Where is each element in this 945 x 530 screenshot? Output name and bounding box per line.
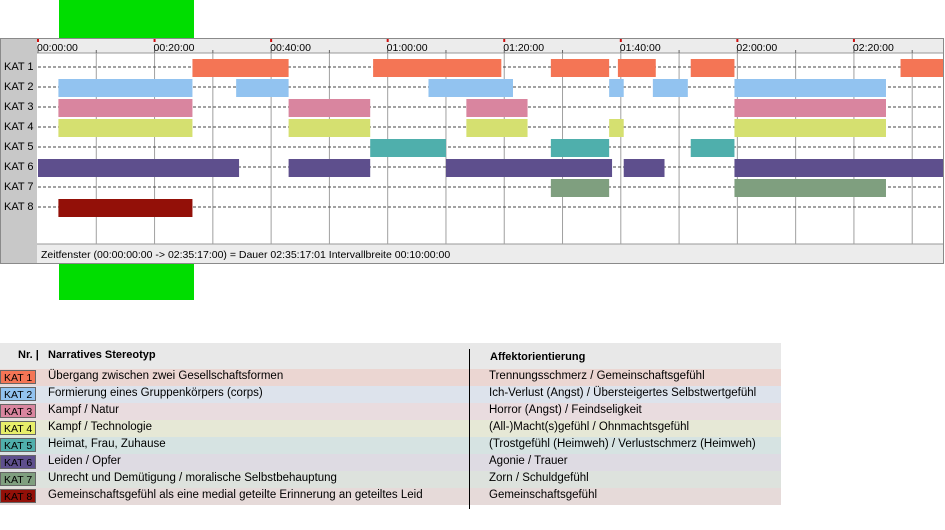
time-tick-label: 01:40:00 bbox=[620, 42, 661, 54]
legend-affekt: Zorn / Schuldgefühl bbox=[489, 472, 589, 484]
interval-bar bbox=[466, 119, 528, 137]
category-label: KAT 8 bbox=[4, 201, 34, 213]
interval-bar bbox=[58, 119, 193, 137]
interval-bar bbox=[370, 139, 446, 157]
legend-narrative: Unrecht und Demütigung / moralische Selb… bbox=[48, 472, 337, 484]
interval-bar bbox=[609, 79, 624, 97]
legend-header-nr: Nr. | bbox=[18, 349, 39, 361]
legend-affekt: Ich-Verlust (Angst) / Übersteigertes Sel… bbox=[489, 387, 757, 399]
category-label: KAT 6 bbox=[4, 161, 34, 173]
legend-row: KAT 5 Heimat, Frau, Zuhause (Trostgefühl (… bbox=[0, 437, 781, 454]
interval-bar bbox=[550, 139, 610, 157]
legend-row: KAT 2 Formierung eines Gruppenkörpers (co… bbox=[0, 386, 781, 403]
interval-bar bbox=[550, 59, 610, 77]
category-label: KAT 7 bbox=[4, 181, 34, 193]
interval-bar bbox=[690, 139, 735, 157]
time-tick-label: 01:00:00 bbox=[387, 42, 428, 54]
legend-affekt: Trennungsschmerz / Gemeinschaftsgefühl bbox=[489, 370, 705, 382]
interval-bar bbox=[690, 59, 735, 77]
legend-narrative: Gemeinschaftsgefühl als eine medial gete… bbox=[48, 489, 423, 501]
category-label: KAT 2 bbox=[4, 81, 34, 93]
timeline-svg: 00:00:00 00:20:00 00:40:00 01:00:00 01:20:00… bbox=[1, 39, 943, 263]
interval-bar bbox=[58, 79, 193, 97]
legend-affekt: (Trostgefühl (Heimweh) / Verlustschmerz … bbox=[489, 438, 756, 450]
legend-column-separator bbox=[469, 349, 470, 509]
interval-bar bbox=[58, 99, 193, 117]
legend-row: KAT 4 Kampf / Technologie (All-)Macht(s)ge… bbox=[0, 420, 781, 437]
legend-row: KAT 1 Übergang zwischen zwei Gesellschaft… bbox=[0, 369, 781, 386]
interval-bar bbox=[58, 199, 193, 217]
legend-table: Nr. | Narratives Stereotyp Affektorienti… bbox=[0, 343, 781, 509]
interval-bar bbox=[609, 119, 624, 137]
legend-affekt: Horror (Angst) / Feindseligkeit bbox=[489, 404, 642, 416]
interval-bar bbox=[734, 179, 886, 197]
legend-narrative: Kampf / Technologie bbox=[48, 421, 152, 433]
interval-bar bbox=[192, 59, 289, 77]
interval-bar bbox=[428, 79, 513, 97]
legend-narrative: Heimat, Frau, Zuhause bbox=[48, 438, 166, 450]
category-label: KAT 1 bbox=[4, 61, 34, 73]
interval-bar bbox=[288, 99, 371, 117]
interval-bar bbox=[466, 99, 528, 117]
time-tick-label: 01:20:00 bbox=[503, 42, 544, 54]
time-tick-label: 00:40:00 bbox=[270, 42, 311, 54]
interval-bar bbox=[617, 59, 656, 77]
category-label: KAT 4 bbox=[4, 121, 34, 133]
legend-badge: KAT 1 bbox=[0, 370, 36, 384]
legend-badge: KAT 3 bbox=[0, 404, 36, 418]
interval-bar bbox=[288, 159, 371, 177]
legend-affekt: Gemeinschaftsgefühl bbox=[489, 489, 598, 501]
interval-bar bbox=[734, 159, 943, 177]
interval-bar bbox=[623, 159, 665, 177]
legend-rows: KAT 1 Übergang zwischen zwei Gesellschaft… bbox=[0, 369, 781, 505]
category-label: KAT 5 bbox=[4, 141, 34, 153]
time-tick-label: 02:20:00 bbox=[853, 42, 894, 54]
interval-bar bbox=[550, 179, 610, 197]
status-text: Zeitfenster (00:00:00:00 -> 02:35:17:00)… bbox=[41, 249, 450, 261]
interval-bar bbox=[288, 119, 371, 137]
legend-row: KAT 6 Leiden / Opfer Agonie / Trauer bbox=[0, 454, 781, 471]
interval-bar bbox=[652, 79, 688, 97]
legend-header: Nr. | Narratives Stereotyp Affektorienti… bbox=[0, 343, 781, 369]
legend-badge: KAT 7 bbox=[0, 472, 36, 486]
interval-bar bbox=[38, 159, 240, 177]
legend-badge: KAT 5 bbox=[0, 438, 36, 452]
legend-header-affekt: Affektorientierung bbox=[490, 351, 586, 363]
legend-narrative: Kampf / Natur bbox=[48, 404, 119, 416]
legend-affekt: Agonie / Trauer bbox=[489, 455, 568, 467]
time-tick-label: 00:20:00 bbox=[154, 42, 195, 54]
legend-row: KAT 8 Gemeinschaftsgefühl als eine medial… bbox=[0, 488, 781, 505]
legend-affekt: (All-)Macht(s)gefühl / Ohnmachtsgefühl bbox=[489, 421, 690, 433]
legend-badge: KAT 6 bbox=[0, 455, 36, 469]
interval-bar bbox=[734, 79, 886, 97]
time-tick-label: 00:00:00 bbox=[37, 42, 78, 54]
legend-badge: KAT 2 bbox=[0, 387, 36, 401]
legend-row: KAT 3 Kampf / Natur Horror (Angst) / Feind… bbox=[0, 403, 781, 420]
legend-narrative: Formierung eines Gruppenkörpers (corps) bbox=[48, 387, 263, 399]
legend-badge: KAT 4 bbox=[0, 421, 36, 435]
interval-bar bbox=[900, 59, 943, 77]
interval-bar bbox=[734, 99, 886, 117]
legend-header-narrative: Narratives Stereotyp bbox=[48, 349, 156, 361]
green-marker-bottom bbox=[59, 263, 194, 300]
legend-row: KAT 7 Unrecht und Demütigung / moralische… bbox=[0, 471, 781, 488]
interval-bar bbox=[236, 79, 289, 97]
category-label: KAT 3 bbox=[4, 101, 34, 113]
interval-bar bbox=[734, 119, 886, 137]
legend-narrative: Übergang zwischen zwei Gesellschaftsform… bbox=[48, 370, 284, 382]
timeline-chart: 00:00:00 00:20:00 00:40:00 01:00:00 01:20:00… bbox=[0, 38, 944, 264]
interval-bar bbox=[373, 59, 502, 77]
time-tick-label: 02:00:00 bbox=[736, 42, 777, 54]
legend-narrative: Leiden / Opfer bbox=[48, 455, 121, 467]
green-marker-top bbox=[59, 0, 194, 38]
legend-badge: KAT 8 bbox=[0, 489, 36, 503]
interval-bar bbox=[445, 159, 613, 177]
